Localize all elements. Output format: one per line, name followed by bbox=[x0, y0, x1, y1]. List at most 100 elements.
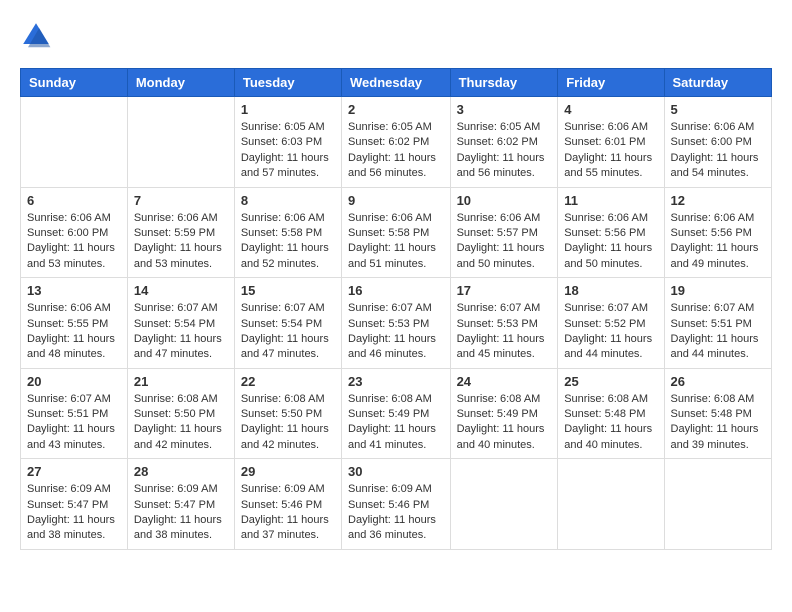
day-info: Sunrise: 6:07 AM Sunset: 5:54 PM Dayligh… bbox=[241, 301, 335, 363]
daylight-text: Daylight: 11 hours and 53 minutes. bbox=[134, 242, 222, 269]
day-info: Sunrise: 6:07 AM Sunset: 5:52 PM Dayligh… bbox=[564, 301, 657, 363]
sunset-text: Sunset: 5:48 PM bbox=[564, 408, 645, 420]
sunset-text: Sunset: 5:47 PM bbox=[134, 499, 215, 511]
calendar-cell: 27 Sunrise: 6:09 AM Sunset: 5:47 PM Dayl… bbox=[21, 459, 128, 550]
day-info: Sunrise: 6:07 AM Sunset: 5:53 PM Dayligh… bbox=[348, 301, 444, 363]
sunset-text: Sunset: 6:02 PM bbox=[457, 136, 538, 148]
sunrise-text: Sunrise: 6:09 AM bbox=[27, 483, 111, 495]
day-info: Sunrise: 6:06 AM Sunset: 5:58 PM Dayligh… bbox=[348, 211, 444, 273]
sunset-text: Sunset: 6:01 PM bbox=[564, 136, 645, 148]
day-number: 3 bbox=[457, 102, 552, 117]
sunrise-text: Sunrise: 6:06 AM bbox=[671, 121, 755, 133]
daylight-text: Daylight: 11 hours and 45 minutes. bbox=[457, 333, 545, 360]
day-info: Sunrise: 6:06 AM Sunset: 5:57 PM Dayligh… bbox=[457, 211, 552, 273]
calendar-cell: 8 Sunrise: 6:06 AM Sunset: 5:58 PM Dayli… bbox=[234, 187, 341, 278]
sunrise-text: Sunrise: 6:06 AM bbox=[134, 212, 218, 224]
day-info: Sunrise: 6:06 AM Sunset: 6:00 PM Dayligh… bbox=[671, 120, 765, 182]
calendar-cell: 13 Sunrise: 6:06 AM Sunset: 5:55 PM Dayl… bbox=[21, 278, 128, 369]
day-number: 26 bbox=[671, 374, 765, 389]
sunset-text: Sunset: 5:46 PM bbox=[241, 499, 322, 511]
day-info: Sunrise: 6:08 AM Sunset: 5:48 PM Dayligh… bbox=[564, 392, 657, 454]
weekday-header-row: SundayMondayTuesdayWednesdayThursdayFrid… bbox=[21, 69, 772, 97]
day-info: Sunrise: 6:07 AM Sunset: 5:51 PM Dayligh… bbox=[671, 301, 765, 363]
calendar-cell: 20 Sunrise: 6:07 AM Sunset: 5:51 PM Dayl… bbox=[21, 368, 128, 459]
day-number: 14 bbox=[134, 283, 228, 298]
daylight-text: Daylight: 11 hours and 56 minutes. bbox=[457, 152, 545, 179]
daylight-text: Daylight: 11 hours and 42 minutes. bbox=[134, 423, 222, 450]
day-info: Sunrise: 6:05 AM Sunset: 6:02 PM Dayligh… bbox=[348, 120, 444, 182]
day-info: Sunrise: 6:06 AM Sunset: 5:56 PM Dayligh… bbox=[671, 211, 765, 273]
sunrise-text: Sunrise: 6:08 AM bbox=[564, 393, 648, 405]
sunrise-text: Sunrise: 6:05 AM bbox=[457, 121, 541, 133]
weekday-header-sunday: Sunday bbox=[21, 69, 128, 97]
day-info: Sunrise: 6:06 AM Sunset: 5:55 PM Dayligh… bbox=[27, 301, 121, 363]
weekday-header-wednesday: Wednesday bbox=[342, 69, 451, 97]
day-number: 30 bbox=[348, 464, 444, 479]
sunset-text: Sunset: 5:49 PM bbox=[348, 408, 429, 420]
day-number: 8 bbox=[241, 193, 335, 208]
daylight-text: Daylight: 11 hours and 37 minutes. bbox=[241, 514, 329, 541]
daylight-text: Daylight: 11 hours and 40 minutes. bbox=[564, 423, 652, 450]
day-info: Sunrise: 6:06 AM Sunset: 5:59 PM Dayligh… bbox=[134, 211, 228, 273]
calendar-cell: 1 Sunrise: 6:05 AM Sunset: 6:03 PM Dayli… bbox=[234, 97, 341, 188]
day-info: Sunrise: 6:08 AM Sunset: 5:50 PM Dayligh… bbox=[241, 392, 335, 454]
calendar-cell: 15 Sunrise: 6:07 AM Sunset: 5:54 PM Dayl… bbox=[234, 278, 341, 369]
day-number: 28 bbox=[134, 464, 228, 479]
daylight-text: Daylight: 11 hours and 47 minutes. bbox=[134, 333, 222, 360]
sunset-text: Sunset: 5:50 PM bbox=[134, 408, 215, 420]
calendar-cell: 22 Sunrise: 6:08 AM Sunset: 5:50 PM Dayl… bbox=[234, 368, 341, 459]
sunset-text: Sunset: 6:02 PM bbox=[348, 136, 429, 148]
sunrise-text: Sunrise: 6:06 AM bbox=[457, 212, 541, 224]
day-info: Sunrise: 6:09 AM Sunset: 5:47 PM Dayligh… bbox=[27, 482, 121, 544]
day-number: 19 bbox=[671, 283, 765, 298]
sunset-text: Sunset: 6:00 PM bbox=[27, 227, 108, 239]
sunset-text: Sunset: 5:59 PM bbox=[134, 227, 215, 239]
weekday-header-saturday: Saturday bbox=[664, 69, 771, 97]
calendar-week-row-5: 27 Sunrise: 6:09 AM Sunset: 5:47 PM Dayl… bbox=[21, 459, 772, 550]
calendar-cell: 9 Sunrise: 6:06 AM Sunset: 5:58 PM Dayli… bbox=[342, 187, 451, 278]
day-number: 16 bbox=[348, 283, 444, 298]
sunrise-text: Sunrise: 6:06 AM bbox=[564, 121, 648, 133]
daylight-text: Daylight: 11 hours and 51 minutes. bbox=[348, 242, 436, 269]
day-number: 20 bbox=[27, 374, 121, 389]
sunset-text: Sunset: 5:51 PM bbox=[671, 318, 752, 330]
daylight-text: Daylight: 11 hours and 38 minutes. bbox=[134, 514, 222, 541]
sunset-text: Sunset: 5:49 PM bbox=[457, 408, 538, 420]
day-number: 27 bbox=[27, 464, 121, 479]
sunset-text: Sunset: 5:47 PM bbox=[27, 499, 108, 511]
calendar-cell: 5 Sunrise: 6:06 AM Sunset: 6:00 PM Dayli… bbox=[664, 97, 771, 188]
daylight-text: Daylight: 11 hours and 38 minutes. bbox=[27, 514, 115, 541]
day-number: 6 bbox=[27, 193, 121, 208]
daylight-text: Daylight: 11 hours and 48 minutes. bbox=[27, 333, 115, 360]
sunrise-text: Sunrise: 6:06 AM bbox=[564, 212, 648, 224]
sunrise-text: Sunrise: 6:07 AM bbox=[671, 302, 755, 314]
calendar-cell: 29 Sunrise: 6:09 AM Sunset: 5:46 PM Dayl… bbox=[234, 459, 341, 550]
sunset-text: Sunset: 5:57 PM bbox=[457, 227, 538, 239]
sunset-text: Sunset: 5:52 PM bbox=[564, 318, 645, 330]
day-info: Sunrise: 6:08 AM Sunset: 5:50 PM Dayligh… bbox=[134, 392, 228, 454]
day-number: 29 bbox=[241, 464, 335, 479]
day-number: 22 bbox=[241, 374, 335, 389]
calendar-cell: 12 Sunrise: 6:06 AM Sunset: 5:56 PM Dayl… bbox=[664, 187, 771, 278]
day-number: 4 bbox=[564, 102, 657, 117]
daylight-text: Daylight: 11 hours and 36 minutes. bbox=[348, 514, 436, 541]
weekday-header-tuesday: Tuesday bbox=[234, 69, 341, 97]
calendar-cell bbox=[664, 459, 771, 550]
day-number: 13 bbox=[27, 283, 121, 298]
sunset-text: Sunset: 6:00 PM bbox=[671, 136, 752, 148]
sunset-text: Sunset: 5:48 PM bbox=[671, 408, 752, 420]
sunrise-text: Sunrise: 6:08 AM bbox=[241, 393, 325, 405]
calendar-cell: 10 Sunrise: 6:06 AM Sunset: 5:57 PM Dayl… bbox=[450, 187, 558, 278]
sunset-text: Sunset: 5:58 PM bbox=[241, 227, 322, 239]
sunset-text: Sunset: 5:56 PM bbox=[564, 227, 645, 239]
calendar-cell bbox=[21, 97, 128, 188]
daylight-text: Daylight: 11 hours and 53 minutes. bbox=[27, 242, 115, 269]
sunset-text: Sunset: 5:54 PM bbox=[134, 318, 215, 330]
sunrise-text: Sunrise: 6:06 AM bbox=[27, 212, 111, 224]
day-info: Sunrise: 6:05 AM Sunset: 6:02 PM Dayligh… bbox=[457, 120, 552, 182]
calendar-cell: 25 Sunrise: 6:08 AM Sunset: 5:48 PM Dayl… bbox=[558, 368, 664, 459]
day-number: 15 bbox=[241, 283, 335, 298]
sunrise-text: Sunrise: 6:06 AM bbox=[27, 302, 111, 314]
sunset-text: Sunset: 5:56 PM bbox=[671, 227, 752, 239]
calendar-cell: 23 Sunrise: 6:08 AM Sunset: 5:49 PM Dayl… bbox=[342, 368, 451, 459]
